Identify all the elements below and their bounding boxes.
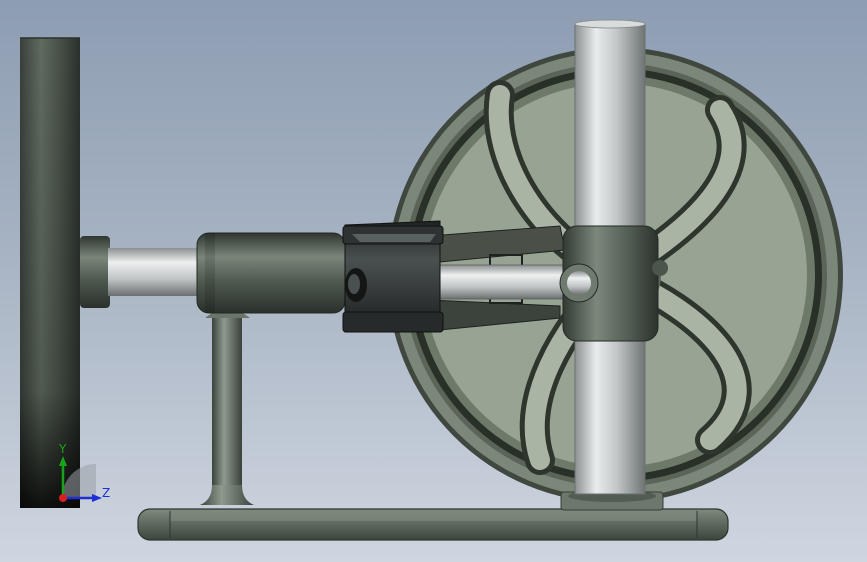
piston: [342, 220, 444, 333]
end-disc: [20, 37, 80, 508]
column-collar: [559, 225, 668, 342]
base-plate: [137, 508, 729, 541]
piston-rod: [429, 264, 581, 300]
axis-y-label: Y: [59, 442, 67, 456]
3d-viewport[interactable]: Y Z: [0, 0, 867, 562]
x-axis-dot: [59, 494, 67, 502]
left-shaft: [80, 236, 203, 308]
cylinder: [196, 232, 346, 314]
axis-z-label: Z: [102, 486, 111, 500]
engine-model: [20, 19, 843, 541]
cylinder-support-post: [200, 309, 254, 505]
